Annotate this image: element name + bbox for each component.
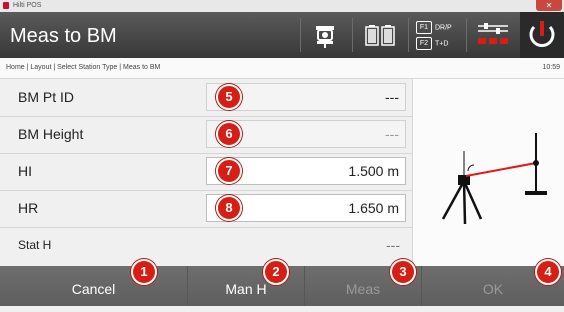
row-bm-pt-id: BM Pt ID --- 5: [0, 79, 412, 117]
page-title: Meas to BM: [10, 25, 117, 47]
main-content: BM Pt ID --- 5 BM Height --- 6 HI 1.500 …: [0, 79, 564, 266]
cancel-button[interactable]: Cancel: [0, 266, 188, 306]
f1-key-label: DR/P: [435, 24, 452, 32]
f2-key-label: T+D: [435, 40, 449, 48]
settings-sliders-icon[interactable]: [474, 16, 512, 54]
header-divider: [352, 18, 353, 52]
callout-badge: 6: [216, 121, 242, 147]
callout-badge: 4: [535, 259, 561, 285]
row-label: BM Height: [18, 126, 84, 142]
f2-key[interactable]: F2 T+D: [416, 37, 462, 53]
row-label: Stat H: [18, 238, 52, 252]
window-close-button[interactable]: ✕: [536, 0, 562, 11]
cancel-label: Cancel: [71, 281, 116, 297]
breadcrumb: Home | Layout | Select Station Type | Me…: [6, 64, 161, 71]
callout-badge: 2: [263, 259, 289, 285]
man-h-label: Man H: [225, 281, 267, 297]
app-header: Meas to BM F1 DR/P F2 T+D: [0, 12, 564, 58]
header-divider: [300, 18, 301, 52]
clock: 10:59: [542, 64, 560, 71]
row-bm-height: BM Height --- 6: [0, 116, 412, 154]
callout-badge: 8: [216, 195, 242, 221]
callout-badge: 7: [216, 158, 242, 184]
meas-label: Meas: [345, 281, 381, 297]
ok-label: OK: [482, 281, 504, 297]
row-label: BM Pt ID: [18, 89, 75, 105]
instrument-icon[interactable]: [312, 16, 338, 54]
window-title: Hilti POS: [13, 2, 42, 9]
callout-badge: 5: [216, 84, 242, 110]
f1-key[interactable]: F1 DR/P: [416, 21, 462, 37]
breadcrumb-bar: Home | Layout | Select Station Type | Me…: [0, 58, 564, 79]
row-label: HR: [18, 200, 39, 216]
row-hr: HR 1.650 m 8: [0, 190, 412, 228]
stat-h-value: ---: [386, 237, 400, 253]
row-hi: HI 1.500 m 7: [0, 153, 412, 191]
header-divider: [466, 18, 467, 52]
battery-icon[interactable]: [362, 16, 398, 54]
callout-badge: 3: [390, 259, 416, 285]
f2-key-cap: F2: [416, 37, 432, 50]
header-divider: [408, 18, 409, 52]
callout-badge: 1: [131, 259, 157, 285]
row-stat-h: Stat H ---: [0, 227, 412, 264]
graphic-panel: [412, 79, 564, 266]
app-icon: [3, 2, 9, 9]
f1-key-cap: F1: [416, 21, 432, 34]
power-icon[interactable]: [520, 12, 564, 58]
row-label: HI: [18, 163, 32, 179]
station-diagram: [441, 133, 547, 225]
